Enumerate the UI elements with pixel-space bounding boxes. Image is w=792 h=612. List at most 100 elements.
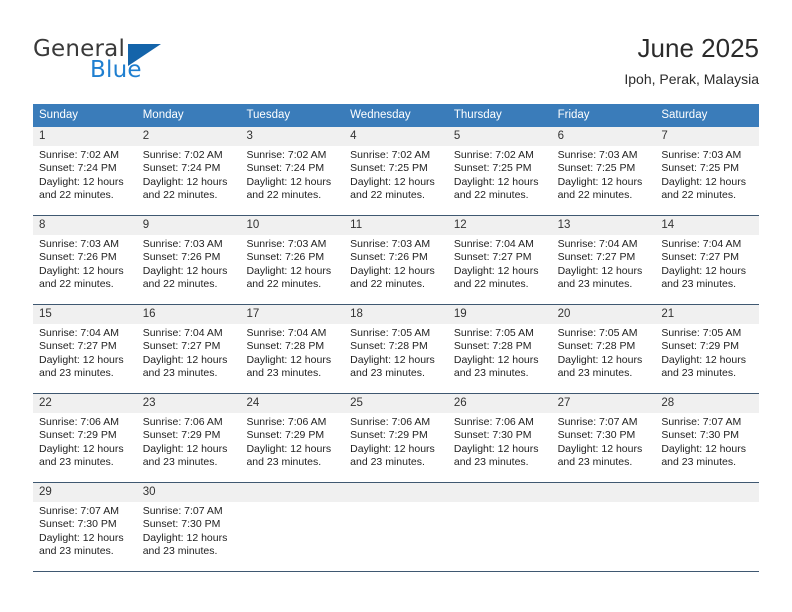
sunrise-text: Sunrise: 7:05 AM — [350, 327, 431, 339]
day-cell[interactable]: Sunrise: 7:05 AM Sunset: 7:28 PM Daylight:… — [448, 324, 552, 393]
day-number-strip: 22 23 24 25 26 27 28 — [33, 394, 759, 413]
sunset-text: Sunset: 7:28 PM — [453, 340, 532, 353]
daylight-text-line2: and 22 minutes. — [39, 189, 114, 202]
daylight-text-line2: and 23 minutes. — [453, 456, 529, 469]
masthead: General Blue June 2025 Ipoh, Perak, Mala… — [0, 0, 792, 100]
day-number[interactable]: 22 — [33, 394, 137, 413]
day-cell[interactable]: Sunrise: 7:04 AM Sunset: 7:27 PM Daylight:… — [448, 235, 552, 304]
daylight-text-line2: and 23 minutes. — [142, 456, 218, 469]
sunrise-text: Sunrise: 7:03 AM — [350, 238, 431, 250]
day-number[interactable]: 9 — [137, 216, 241, 235]
day-number[interactable]: 18 — [344, 305, 448, 324]
sunset-text: Sunset: 7:30 PM — [39, 518, 117, 531]
week-body: 1 2 3 4 5 6 7 Sunrise: 7:02 AM Sunset: 7:24 PM Da… — [33, 127, 759, 571]
day-number[interactable]: 14 — [655, 216, 759, 235]
day-cell[interactable]: Sunrise: 7:06 AM Sunset: 7:29 PM Daylight:… — [33, 413, 137, 482]
daylight-text-line2: and 22 minutes. — [142, 278, 218, 291]
day-cell[interactable]: Sunrise: 7:07 AM Sunset: 7:30 PM Daylight:… — [552, 413, 656, 482]
day-number[interactable]: 12 — [448, 216, 552, 235]
day-cell[interactable]: Sunrise: 7:03 AM Sunset: 7:25 PM Daylight:… — [552, 146, 656, 215]
day-cell[interactable]: Sunrise: 7:05 AM Sunset: 7:28 PM Daylight:… — [552, 324, 656, 393]
sunset-text: Sunset: 7:29 PM — [246, 429, 325, 442]
day-number[interactable]: 17 — [240, 305, 344, 324]
day-cell[interactable]: Sunrise: 7:02 AM Sunset: 7:25 PM Daylight:… — [344, 146, 448, 215]
sunset-text: Sunset: 7:30 PM — [453, 429, 532, 442]
week-row: 29 30 Sunrise: 7:07 AM Sunset: 7:30 PM Dayli… — [33, 482, 759, 571]
day-number[interactable]: 10 — [240, 216, 344, 235]
daylight-text-line1: Daylight: 12 hours — [142, 264, 228, 277]
daylight-text-line1: Daylight: 12 hours — [661, 264, 746, 277]
day-number-empty — [655, 483, 759, 502]
day-cell[interactable]: Sunrise: 7:07 AM Sunset: 7:30 PM Daylight:… — [33, 502, 137, 571]
day-cell[interactable]: Sunrise: 7:03 AM Sunset: 7:26 PM Daylight:… — [240, 235, 344, 304]
day-number[interactable]: 6 — [552, 127, 656, 146]
sunrise-text: Sunrise: 7:02 AM — [39, 149, 119, 161]
sunrise-text: Sunrise: 7:04 AM — [453, 238, 534, 250]
day-number[interactable]: 27 — [552, 394, 656, 413]
day-cell[interactable]: Sunrise: 7:03 AM Sunset: 7:26 PM Daylight:… — [137, 235, 241, 304]
general-blue-logo[interactable]: General Blue — [33, 36, 223, 88]
day-number[interactable]: 8 — [33, 216, 137, 235]
sunrise-text: Sunrise: 7:03 AM — [39, 238, 119, 250]
week-row: 1 2 3 4 5 6 7 Sunrise: 7:02 AM Sunset: 7:24 PM Da… — [33, 127, 759, 215]
day-number-empty — [448, 483, 552, 502]
day-cell[interactable]: Sunrise: 7:07 AM Sunset: 7:30 PM Daylight:… — [137, 502, 241, 571]
day-number[interactable]: 20 — [552, 305, 656, 324]
day-cell[interactable]: Sunrise: 7:06 AM Sunset: 7:29 PM Daylight:… — [344, 413, 448, 482]
sunset-text: Sunset: 7:29 PM — [39, 429, 117, 442]
day-cell[interactable]: Sunrise: 7:02 AM Sunset: 7:25 PM Daylight:… — [448, 146, 552, 215]
day-number[interactable]: 3 — [240, 127, 344, 146]
day-cell[interactable]: Sunrise: 7:03 AM Sunset: 7:26 PM Daylight:… — [344, 235, 448, 304]
day-cell-empty — [655, 502, 759, 571]
day-cell[interactable]: Sunrise: 7:05 AM Sunset: 7:29 PM Daylight:… — [655, 324, 759, 393]
day-number[interactable]: 25 — [344, 394, 448, 413]
day-cell[interactable]: Sunrise: 7:03 AM Sunset: 7:25 PM Daylight:… — [655, 146, 759, 215]
day-number[interactable]: 2 — [137, 127, 241, 146]
daylight-text-line2: and 22 minutes. — [350, 278, 425, 291]
sunset-text: Sunset: 7:25 PM — [661, 162, 739, 175]
day-cell-empty — [344, 502, 448, 571]
day-cell[interactable]: Sunrise: 7:07 AM Sunset: 7:30 PM Daylight:… — [655, 413, 759, 482]
day-number[interactable]: 15 — [33, 305, 137, 324]
sunrise-text: Sunrise: 7:02 AM — [350, 149, 431, 161]
day-number[interactable]: 29 — [33, 483, 137, 502]
day-cell[interactable]: Sunrise: 7:04 AM Sunset: 7:27 PM Daylight:… — [552, 235, 656, 304]
day-cell[interactable]: Sunrise: 7:02 AM Sunset: 7:24 PM Daylight:… — [137, 146, 241, 215]
day-number[interactable]: 13 — [552, 216, 656, 235]
day-number[interactable]: 26 — [448, 394, 552, 413]
day-number[interactable]: 7 — [655, 127, 759, 146]
day-number[interactable]: 19 — [448, 305, 552, 324]
daylight-text-line1: Daylight: 12 hours — [246, 175, 332, 188]
sunset-text: Sunset: 7:30 PM — [142, 518, 221, 531]
day-number[interactable]: 21 — [655, 305, 759, 324]
daylight-text-line1: Daylight: 12 hours — [350, 264, 435, 277]
daylight-text-line1: Daylight: 12 hours — [453, 175, 539, 188]
day-number[interactable]: 11 — [344, 216, 448, 235]
day-cell[interactable]: Sunrise: 7:03 AM Sunset: 7:26 PM Daylight:… — [33, 235, 137, 304]
day-number[interactable]: 24 — [240, 394, 344, 413]
day-number[interactable]: 5 — [448, 127, 552, 146]
day-number[interactable]: 4 — [344, 127, 448, 146]
day-number[interactable]: 1 — [33, 127, 137, 146]
day-number[interactable]: 16 — [137, 305, 241, 324]
day-cell[interactable]: Sunrise: 7:06 AM Sunset: 7:30 PM Daylight:… — [448, 413, 552, 482]
day-cell[interactable]: Sunrise: 7:04 AM Sunset: 7:27 PM Daylight:… — [655, 235, 759, 304]
sunrise-text: Sunrise: 7:02 AM — [142, 149, 223, 161]
daylight-text-line2: and 23 minutes. — [661, 278, 737, 291]
day-cell[interactable]: Sunrise: 7:02 AM Sunset: 7:24 PM Daylight:… — [33, 146, 137, 215]
day-cell[interactable]: Sunrise: 7:04 AM Sunset: 7:27 PM Daylight:… — [137, 324, 241, 393]
day-cell[interactable]: Sunrise: 7:05 AM Sunset: 7:28 PM Daylight:… — [344, 324, 448, 393]
day-cell[interactable]: Sunrise: 7:04 AM Sunset: 7:28 PM Daylight:… — [240, 324, 344, 393]
title-block: June 2025 Ipoh, Perak, Malaysia — [624, 32, 759, 88]
day-number[interactable]: 23 — [137, 394, 241, 413]
day-number[interactable]: 30 — [137, 483, 241, 502]
day-cell[interactable]: Sunrise: 7:04 AM Sunset: 7:27 PM Daylight:… — [33, 324, 137, 393]
day-number[interactable]: 28 — [655, 394, 759, 413]
daylight-text-line1: Daylight: 12 hours — [39, 442, 124, 455]
day-cell[interactable]: Sunrise: 7:06 AM Sunset: 7:29 PM Daylight:… — [240, 413, 344, 482]
sunset-text: Sunset: 7:27 PM — [453, 251, 532, 264]
weekday-header-wednesday: Wednesday — [350, 109, 411, 121]
day-cell[interactable]: Sunrise: 7:06 AM Sunset: 7:29 PM Daylight:… — [137, 413, 241, 482]
daylight-text-line1: Daylight: 12 hours — [142, 442, 228, 455]
day-cell[interactable]: Sunrise: 7:02 AM Sunset: 7:24 PM Daylight:… — [240, 146, 344, 215]
